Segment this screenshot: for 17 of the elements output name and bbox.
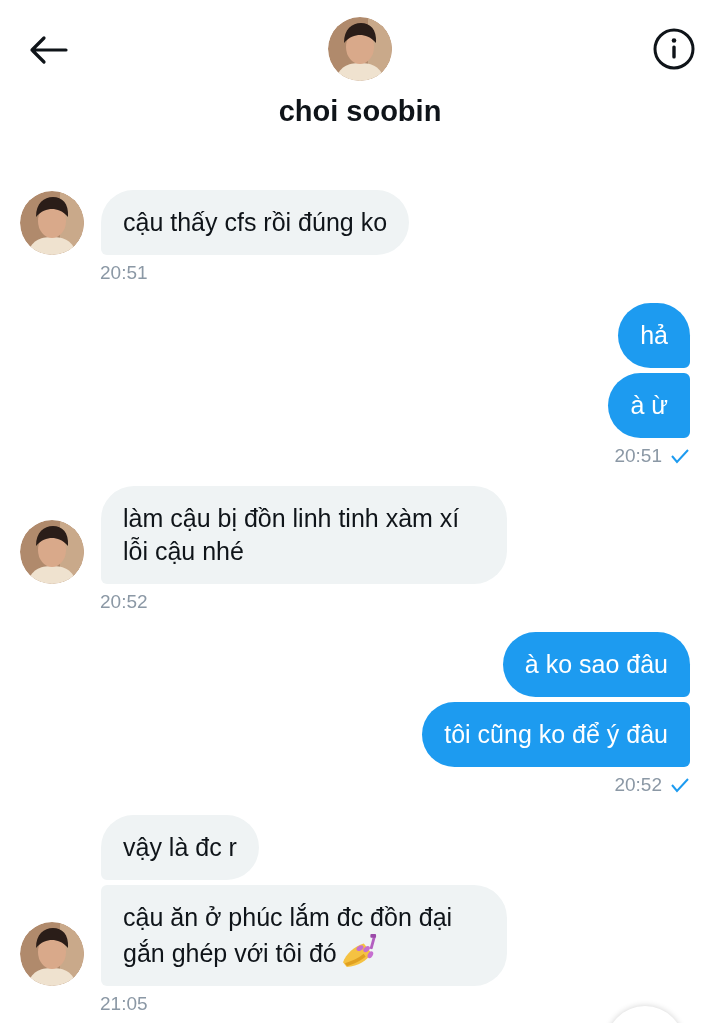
- message-time: 21:05: [100, 993, 148, 1015]
- message-bubble: à ừ: [608, 373, 690, 438]
- message-bubble: à ko sao đâu: [502, 632, 690, 697]
- message-time: 20:52: [614, 774, 662, 796]
- message-bubble: cậu ăn ở phúc lắm đc đồn đại gắn ghép với tôi đó: [101, 885, 507, 986]
- back-arrow-icon[interactable]: [28, 35, 68, 65]
- message-bubble: tôi cũng ko để ý đâu: [422, 702, 690, 767]
- message-bubble: vậy là đc r: [101, 815, 259, 880]
- message-time: 20:51: [100, 262, 148, 284]
- message-time: 20:51: [614, 445, 662, 467]
- message-time: 20:52: [100, 591, 148, 613]
- message-bubble: cậu thấy cfs rồi đúng ko: [101, 190, 410, 255]
- contact-name: choi soobin: [277, 95, 443, 128]
- painted-nails-icon: [340, 934, 379, 968]
- info-icon[interactable]: [652, 27, 696, 71]
- message-bubble: làm cậu bị đồn linh tinh xàm xí lỗi cậu nhé: [101, 486, 507, 584]
- message-bubble: hả: [618, 303, 690, 368]
